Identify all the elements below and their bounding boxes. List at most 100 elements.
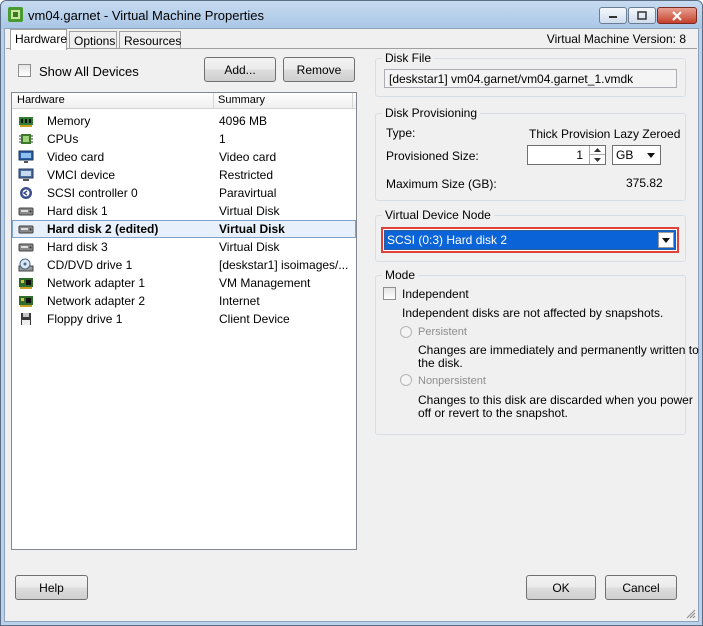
hardware-row-memory[interactable]: Memory 4096 MB [12,112,356,130]
hardware-name: Hard disk 2 (edited) [47,222,159,236]
provisioned-size-value: 1 [576,148,583,162]
show-all-devices-checkbox[interactable] [18,64,31,77]
hard-disk-icon [18,243,34,252]
spinner-down-button[interactable] [589,155,605,164]
mode-title: Mode [382,268,419,282]
virtual-device-node-value: SCSI (0:3) Hard disk 2 [387,233,508,247]
provisioned-size-spinner[interactable]: 1 [527,145,606,165]
properties-window: vm04.garnet - Virtual Machine Properties… [0,0,703,626]
hardware-summary: Video card [219,150,277,164]
disk-file-group: Disk File [deskstar1] vm04.garnet/vm04.g… [375,51,686,97]
hardware-name: CPUs [47,132,79,146]
hardware-name: Memory [47,114,91,128]
cpu-icon [19,134,33,144]
hardware-summary: [deskstar1] isoimages/... [219,258,349,272]
hardware-row-video-card[interactable]: Video card Video card [12,148,356,166]
vmci-device-icon [18,168,34,181]
independent-checkbox[interactable] [383,287,396,300]
cancel-button[interactable]: Cancel [605,575,677,600]
disk-file-path[interactable]: [deskstar1] vm04.garnet/vm04.garnet_1.vm… [384,69,677,88]
spinner-up-button[interactable] [589,146,605,155]
hardware-row-scsi-controller[interactable]: SCSI controller 0 Paravirtual [12,184,356,202]
persistent-label: Persistent [418,326,467,338]
hardware-name: Video card [47,150,105,164]
mode-group: Mode Independent Independent disks are n… [375,268,699,435]
hardware-row-network-adapter-2[interactable]: Network adapter 2 Internet [12,292,356,310]
hardware-list[interactable]: Hardware Summary Memory 4096 MB CPUs 1 V… [11,92,357,550]
cd-dvd-icon [18,258,34,272]
memory-icon [19,117,33,127]
column-header-summary[interactable]: Summary [218,94,265,106]
hardware-name: Hard disk 3 [47,240,108,254]
hardware-summary: Paravirtual [219,186,277,200]
chevron-down-icon [647,152,655,158]
size-unit-dropdown-button[interactable] [643,147,659,163]
hardware-summary: Virtual Disk [219,222,285,236]
title-bar[interactable]: vm04.garnet - Virtual Machine Properties [1,1,702,29]
persistent-description-line-1: Changes are immediately and permanently … [418,343,699,357]
virtual-device-node-group: Virtual Device Node SCSI (0:3) Hard disk… [375,208,686,262]
hardware-row-hard-disk-3[interactable]: Hard disk 3 Virtual Disk [12,238,356,256]
nonpersistent-label: Nonpersistent [418,375,486,387]
hardware-name: Network adapter 2 [47,294,146,308]
add-button[interactable]: Add... [204,57,276,82]
hardware-summary: 1 [219,132,226,146]
hardware-name: SCSI controller 0 [47,186,138,200]
hardware-name: CD/DVD drive 1 [47,258,133,272]
help-button[interactable]: Help [15,575,88,600]
close-button[interactable] [657,7,697,24]
floppy-drive-icon [21,313,31,325]
tab-resources[interactable]: Resources [119,31,181,49]
network-adapter-icon [19,296,33,307]
hardware-tab-panel: Show All Devices Add... Remove Hardware … [6,48,699,578]
hardware-row-hard-disk-2[interactable]: Hard disk 2 (edited) Virtual Disk [12,220,356,238]
hardware-summary: 4096 MB [219,114,268,128]
maximum-size-value: 375.82 [626,176,663,190]
hardware-row-network-adapter-1[interactable]: Network adapter 1 VM Management [12,274,356,292]
hardware-row-vmci-device[interactable]: VMCI device Restricted [12,166,356,184]
hardware-name: Floppy drive 1 [47,312,123,326]
resize-grip-icon[interactable] [685,608,696,619]
dialog-client: Hardware Options Resources Virtual Machi… [4,28,699,622]
virtual-device-node-dropdown-button[interactable] [658,232,674,248]
tab-hardware[interactable]: Hardware [10,29,67,50]
vsphere-app-icon [8,7,23,22]
independent-label: Independent [402,287,469,301]
tab-options[interactable]: Options [69,31,117,49]
persistent-radio[interactable] [400,326,412,338]
show-all-devices-label: Show All Devices [39,64,139,79]
independent-description: Independent disks are not affected by sn… [402,306,664,320]
disk-provisioning-group: Disk Provisioning Type: Thick Provision … [375,106,686,201]
hard-disk-icon [18,225,34,234]
hardware-row-floppy-drive[interactable]: Floppy drive 1 Client Device [12,310,356,328]
disk-file-title: Disk File [382,51,435,65]
virtual-device-node-title: Virtual Device Node [382,208,494,222]
close-icon [672,10,682,21]
hardware-name: Network adapter 1 [47,276,146,290]
hardware-summary: Virtual Disk [219,240,280,254]
provisioned-size-label: Provisioned Size: [386,149,479,163]
hardware-list-header: Hardware Summary [12,93,356,109]
ok-button[interactable]: OK [526,575,596,600]
hardware-row-hard-disk-1[interactable]: Hard disk 1 Virtual Disk [12,202,356,220]
nonpersistent-description-line-1: Changes to this disk are discarded when … [418,393,693,407]
window-title: vm04.garnet - Virtual Machine Properties [28,8,265,23]
maximize-icon [637,11,647,20]
column-header-hardware[interactable]: Hardware [17,94,65,106]
vm-version-label: Virtual Machine Version: 8 [546,32,686,46]
hardware-row-cpus[interactable]: CPUs 1 [12,130,356,148]
size-unit-select[interactable]: GB [612,145,661,165]
disk-provisioning-title: Disk Provisioning [382,106,481,120]
hardware-name: VMCI device [47,168,116,182]
maximize-button[interactable] [628,7,656,24]
minimize-button[interactable] [599,7,627,24]
remove-button[interactable]: Remove [283,57,355,82]
nonpersistent-radio[interactable] [400,374,412,386]
hardware-summary: Restricted [219,168,274,182]
network-adapter-icon [19,278,33,289]
monitor-icon [18,150,34,163]
virtual-device-node-select[interactable]: SCSI (0:3) Hard disk 2 [384,230,676,250]
device-node-highlight: SCSI (0:3) Hard disk 2 [381,227,679,253]
hardware-summary: Client Device [219,312,290,326]
hardware-row-cd-dvd-drive[interactable]: CD/DVD drive 1 [deskstar1] isoimages/... [12,256,356,274]
